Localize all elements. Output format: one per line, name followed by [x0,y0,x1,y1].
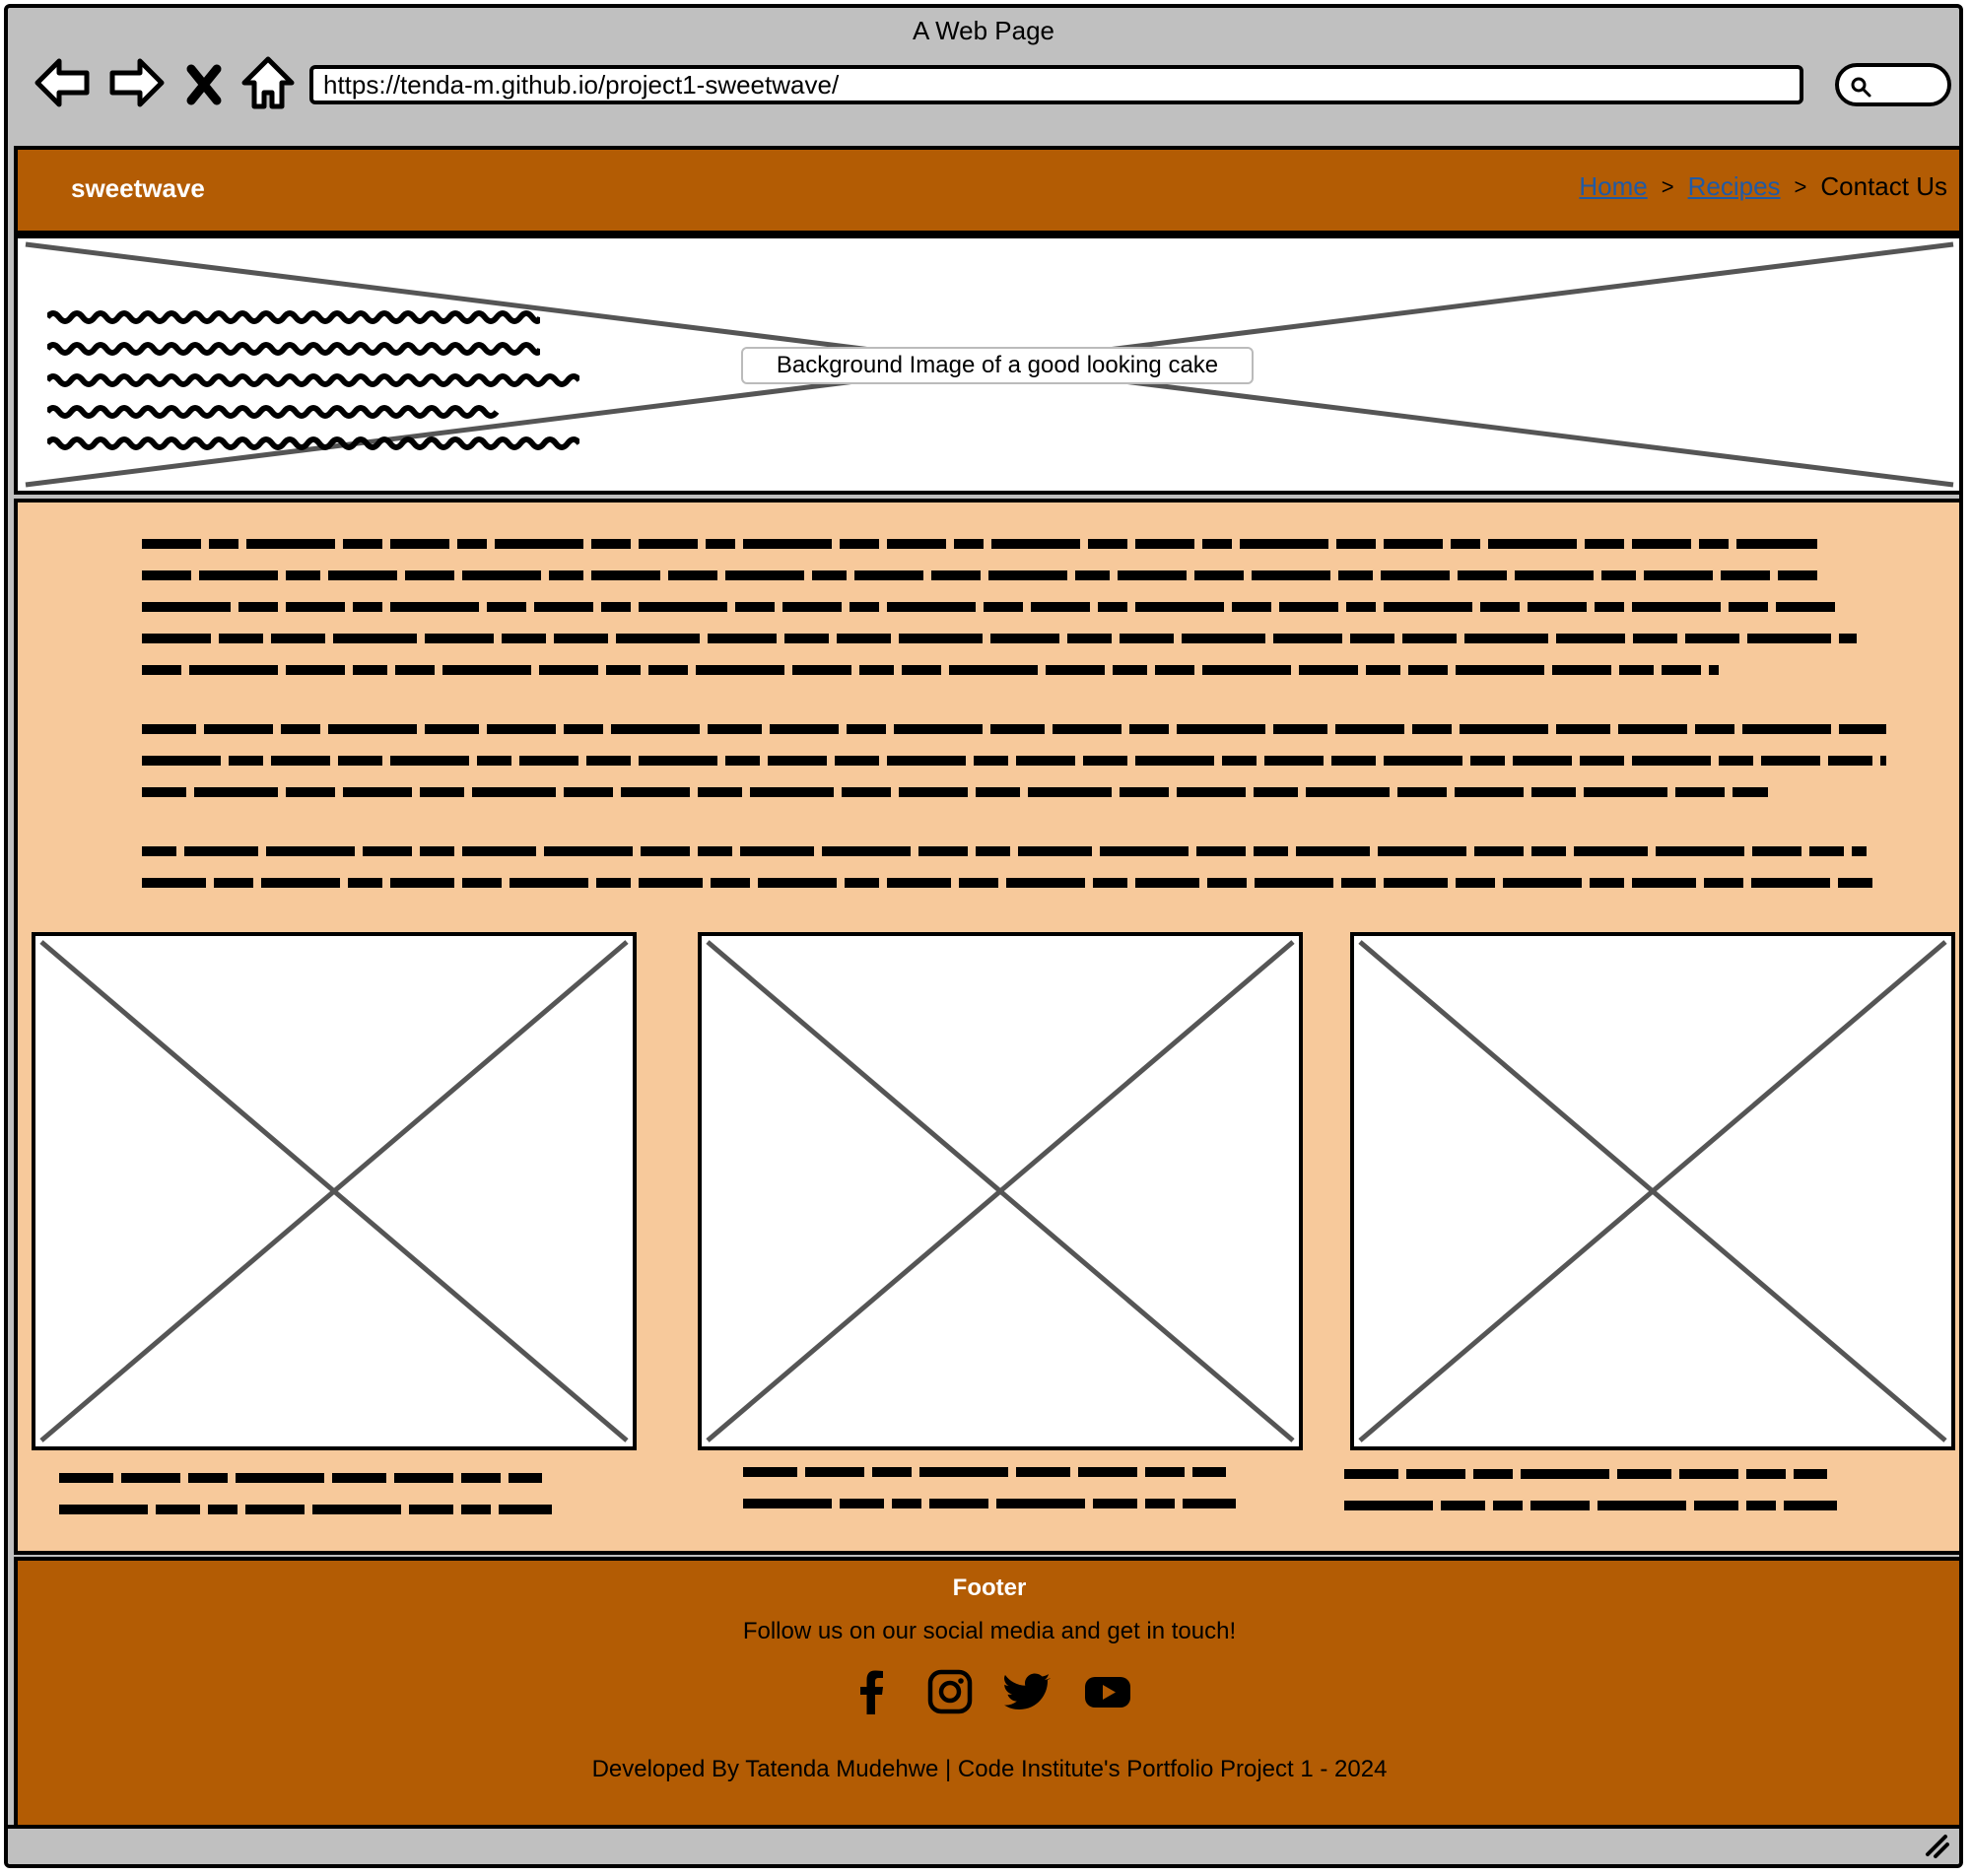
home-icon[interactable] [237,51,300,114]
scribble-line [142,570,1817,580]
close-x-icon[interactable] [177,51,231,114]
scribble-line [142,539,1817,549]
image-placeholder-x [39,940,629,1442]
browser-window: A Web Page https://tenda-m.github.io/pro… [4,4,1963,1868]
scribble-line [47,405,500,419]
scribble-line [142,878,1876,888]
twitter-icon[interactable] [1004,1667,1053,1716]
scribble-line [142,724,1886,734]
forward-arrow-icon[interactable] [104,51,168,114]
breadcrumb-contact-us: Contact Us [1820,171,1947,201]
scribble-line [1344,1469,1827,1479]
scribble-line [47,342,540,356]
recipe-card-image-placeholder[interactable] [698,932,1303,1450]
recipe-card-image-placeholder[interactable] [1350,932,1955,1450]
footer-title: Footer [952,1574,1027,1601]
recipe-card-caption [59,1470,611,1533]
browser-search-field[interactable] [1835,63,1951,106]
scribble-line [1344,1501,1837,1510]
scribble-line [142,787,1768,797]
footer-subtitle: Follow us on our social media and get in… [742,1618,1237,1644]
recipe-card-image-placeholder[interactable] [32,932,637,1450]
hero-placeholder-text [47,309,599,467]
hero-image-placeholder: Background Image of a good looking cake [14,234,1959,495]
instagram-icon[interactable] [925,1667,975,1716]
breadcrumb-recipes[interactable]: Recipes [1688,171,1781,202]
window-title: A Web Page [912,16,1055,45]
placeholder-paragraph [142,536,1886,694]
breadcrumb-separator: > [1794,173,1807,199]
placeholder-paragraph [142,843,1886,906]
scribble-line [142,602,1837,612]
scribble-line [47,436,579,450]
hero-image-label: Background Image of a good looking cake [741,347,1254,384]
breadcrumb: Home > Recipes > Contact Us [1579,171,1947,202]
scribble-line [142,846,1867,856]
image-placeholder-x [1358,940,1947,1442]
image-placeholder-x [706,940,1295,1442]
brand-logo[interactable]: sweetwave [71,173,205,204]
scribble-line [743,1467,1226,1477]
recipe-card-caption [1344,1466,1896,1529]
scribble-line [142,756,1886,766]
youtube-icon[interactable] [1083,1667,1132,1716]
placeholder-paragraph [142,721,1886,816]
scribble-line [59,1505,552,1514]
site-header: sweetwave Home > Recipes > Contact Us [14,146,1959,234]
facebook-icon[interactable] [847,1667,896,1716]
breadcrumb-home[interactable]: Home [1579,171,1647,202]
recipe-card-caption [743,1464,1295,1527]
url-input[interactable]: https://tenda-m.github.io/project1-sweet… [309,65,1803,104]
status-bar [8,1825,1959,1864]
scribble-line [743,1499,1236,1508]
resize-grip-icon[interactable] [1924,1833,1949,1858]
breadcrumb-separator: > [1661,173,1674,199]
scribble-line [47,310,540,324]
search-icon [1851,77,1871,98]
social-links [18,1667,1959,1716]
back-arrow-icon[interactable] [32,51,95,114]
scribble-line [47,373,579,387]
main-content [14,499,1959,1555]
footer-credit: Developed By Tatenda Mudehwe | Code Inst… [591,1756,1388,1782]
site-footer: Footer Follow us on our social media and… [14,1557,1959,1829]
scribble-line [142,665,1719,675]
scribble-line [142,634,1857,643]
scribble-line [59,1473,542,1483]
